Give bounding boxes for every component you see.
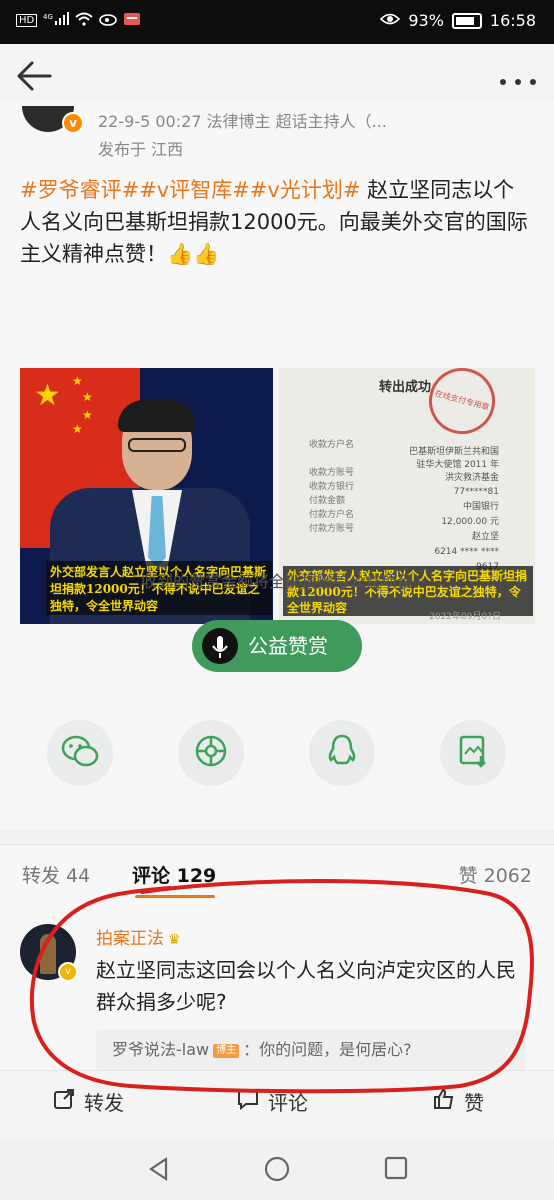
- status-left-icons: HD 4G: [16, 12, 141, 29]
- reward-note: 收到的赞赏金额将全部捐赠给公益项目: [140, 572, 413, 591]
- comment-label: 评论: [268, 1091, 308, 1115]
- moments-share-button[interactable]: [178, 720, 244, 786]
- share-row: [0, 720, 554, 800]
- post-hashtags[interactable]: #罗爷睿评##v评智库##v光计划#: [20, 178, 360, 202]
- repost-button[interactable]: 转发: [52, 1087, 124, 1116]
- eye-icon: [380, 11, 401, 30]
- wechat-icon: [60, 734, 100, 772]
- receipt-values: 巴基斯坦伊斯兰共和国驻华大使馆 2011 年洪灾救济基金 77*****81 中…: [409, 447, 500, 572]
- blogger-tag: 博主: [213, 1043, 240, 1058]
- like-icon: [432, 1087, 456, 1116]
- comment-text: 赵立坚同志这回会以个人名义向泸定灾区的人民群众捐多少呢?: [96, 958, 516, 1014]
- glasses: [128, 438, 186, 452]
- thumbs-up-emoji: 👍👍: [167, 242, 220, 266]
- svg-text:4G: 4G: [43, 13, 53, 21]
- weibo-icon: [99, 12, 118, 29]
- reply-text: ：你的问题，是何居心?: [243, 1040, 412, 1059]
- back-arrow-icon[interactable]: [14, 58, 58, 98]
- receipt-date: 2022年09月0?日: [429, 612, 501, 622]
- system-nav-bar: [0, 1138, 554, 1200]
- save-image-icon: [457, 734, 489, 772]
- like-button[interactable]: 赞: [432, 1087, 484, 1116]
- status-bar: HD 4G 93% 16:58: [0, 0, 554, 44]
- status-right: 93% 16:58: [380, 11, 536, 30]
- reply-author[interactable]: 罗爷说法-law: [112, 1040, 209, 1059]
- hd-icon: HD: [16, 14, 38, 27]
- repost-label: 转发: [84, 1091, 124, 1115]
- receipt-stamp: 在线支付专用章: [421, 368, 503, 442]
- signal-icon: 4G: [43, 12, 70, 29]
- post-meta: 22-9-5 00:27 法律博主 超话主持人（...: [98, 112, 387, 131]
- tab-comments[interactable]: 评论 129: [132, 861, 216, 888]
- commenter-name-row: 拍案正法 ♛: [96, 924, 181, 949]
- reward-button-label: 公益赞赏: [248, 634, 328, 658]
- comment-item: v 拍案正法 ♛ 赵立坚同志这回会以个人名义向泸定灾区的人民群众捐多少呢? 罗爷说…: [0, 902, 554, 1070]
- nav-recents-icon[interactable]: [384, 1156, 408, 1184]
- receipt-title: 转出成功: [379, 380, 432, 395]
- bottom-action-bar: 转发 评论 赞: [0, 1070, 554, 1139]
- nav-home-icon[interactable]: [264, 1156, 290, 1186]
- receipt-fields: 收款方户名 收款方账号 收款方银行 付款金额 付款方户名 付款方账号: [309, 440, 355, 534]
- like-label: 赞: [464, 1091, 484, 1115]
- notification-icon: [123, 12, 141, 29]
- nav-back-icon[interactable]: [146, 1156, 172, 1186]
- wechat-share-button[interactable]: [47, 720, 113, 786]
- battery-icon: [451, 12, 482, 29]
- qq-share-button[interactable]: [309, 720, 375, 786]
- charity-reward-button[interactable]: 公益赞赏: [192, 620, 362, 672]
- post-location: 发布于 江西: [98, 140, 184, 159]
- comment-icon: [236, 1087, 260, 1116]
- tab-repost[interactable]: 转发 44: [22, 861, 90, 888]
- moments-icon: [193, 733, 229, 773]
- reply-preview[interactable]: 罗爷说法-law 博主 ：你的问题，是何居心?: [96, 1030, 526, 1070]
- crown-icon: ♛: [168, 932, 181, 948]
- qq-icon: [326, 733, 358, 773]
- post-text: #罗爷睿评##v评智库##v光计划# 赵立坚同志以个人名义向巴基斯坦捐款1200…: [20, 174, 535, 270]
- battery-percent: 93%: [408, 11, 444, 30]
- repost-icon: [52, 1087, 76, 1116]
- save-image-share-button[interactable]: [440, 720, 506, 786]
- microphone-icon: [202, 628, 238, 664]
- verified-badge-icon: v: [62, 112, 84, 134]
- clock: 16:58: [489, 11, 536, 30]
- more-options-icon[interactable]: [498, 64, 538, 94]
- comment-button[interactable]: 评论: [236, 1087, 308, 1116]
- commenter-verified-icon: v: [58, 962, 78, 982]
- wifi-icon: [75, 12, 93, 29]
- post-card: v 22-9-5 00:27 法律博主 超话主持人（... 发布于 江西 #罗爷…: [0, 100, 554, 830]
- tab-likes[interactable]: 赞 2062: [459, 861, 532, 888]
- active-tab-indicator: [135, 895, 215, 898]
- interaction-tabs: 转发 44 评论 129 赞 2062: [0, 844, 554, 903]
- commenter-name[interactable]: 拍案正法: [96, 929, 164, 949]
